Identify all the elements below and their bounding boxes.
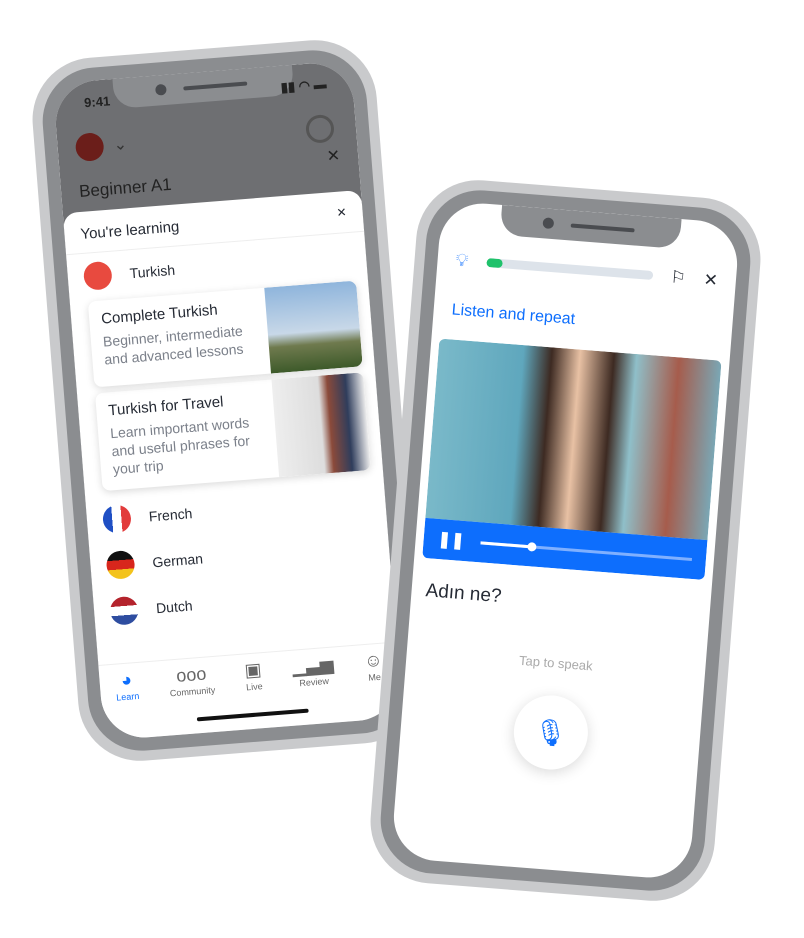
microphone-button[interactable]: 🎙︎ xyxy=(510,692,591,773)
close-icon[interactable]: ✕ xyxy=(703,270,719,291)
pause-icon[interactable]: ❚❚ xyxy=(437,529,465,551)
globe-icon: ◕ xyxy=(120,669,133,691)
notch xyxy=(499,204,682,249)
course-card[interactable]: Turkish for Travel Learn important words … xyxy=(95,372,371,491)
netherlands-flag-icon xyxy=(109,595,140,626)
tap-hint: Tap to speak xyxy=(518,652,594,674)
close-icon[interactable]: ✕ xyxy=(326,145,341,166)
course-card[interactable]: Complete Turkish Beginner, intermediate a… xyxy=(88,280,363,388)
flag-report-icon[interactable]: ⚐ xyxy=(670,267,687,288)
istanbul-photo xyxy=(264,280,363,374)
speaker-photo xyxy=(425,338,722,541)
left-phone: ⌄ ✕ Beginner A1 9:41 ▮▮ ◠ ▬ You're learni… xyxy=(27,35,428,766)
instruction: Listen and repeat xyxy=(451,301,576,329)
microphone-icon: 🎙︎ xyxy=(532,715,569,749)
traveler-photo xyxy=(271,372,371,478)
lightbulb-icon[interactable]: 💡︎ xyxy=(455,250,469,272)
live-icon: ▣ xyxy=(243,659,263,681)
close-icon[interactable]: ✕ xyxy=(336,205,347,223)
nav-learn[interactable]: ◕ Learn xyxy=(114,669,142,740)
france-flag-icon xyxy=(101,503,133,535)
nav-review[interactable]: ▁▃▅ Review xyxy=(291,654,338,726)
phrase: Adın ne? xyxy=(424,580,503,608)
lesson-progress-bar xyxy=(485,257,653,280)
right-phone: 💡︎ ⚐ ✕ Listen and repeat ❚❚ Adın ne? Tap… xyxy=(365,175,766,906)
chevron-down-icon[interactable]: ⌄ xyxy=(113,134,128,155)
turkey-flag-icon xyxy=(74,131,105,163)
nav-live[interactable]: ▣ Live xyxy=(244,659,266,729)
germany-flag-icon xyxy=(105,549,136,580)
turkey-flag-icon xyxy=(82,260,113,291)
video-player[interactable]: ❚❚ xyxy=(422,338,722,581)
person-icon: ☺ xyxy=(363,649,384,672)
background-title: Beginner A1 xyxy=(78,174,173,201)
nav-community[interactable]: ooo Community xyxy=(168,663,219,735)
progress-ring-icon xyxy=(304,113,336,144)
sheet-title: You're learning xyxy=(79,218,180,243)
status-time: 9:41 xyxy=(83,93,111,111)
video-scrubber[interactable] xyxy=(480,540,693,561)
